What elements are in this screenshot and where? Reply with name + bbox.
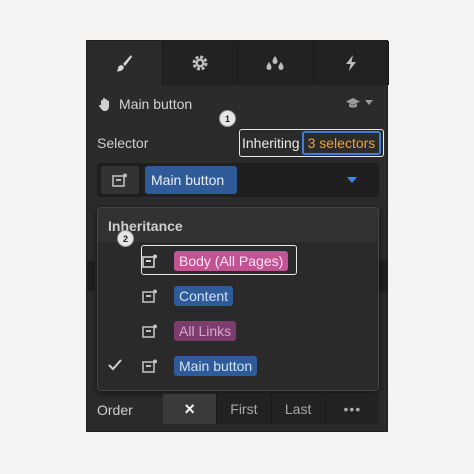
element-icon bbox=[112, 173, 127, 187]
selector-label: Selector bbox=[97, 135, 149, 151]
element-header: Main button bbox=[87, 85, 389, 123]
selector-tag: Body (All Pages) bbox=[174, 251, 289, 271]
order-more-button[interactable]: ••• bbox=[326, 394, 379, 424]
selector-token[interactable]: Main button bbox=[145, 166, 237, 194]
tab-settings[interactable] bbox=[163, 41, 238, 85]
style-guide-menu[interactable] bbox=[345, 97, 373, 109]
panel-tabbar bbox=[87, 41, 389, 85]
gear-icon bbox=[192, 55, 208, 71]
inheriting-label: Inheriting bbox=[242, 135, 300, 151]
element-title: Main button bbox=[119, 96, 193, 112]
element-icon bbox=[142, 254, 157, 268]
inheriting-selectors-indicator[interactable]: Inheriting 3 selectors bbox=[239, 129, 384, 157]
selector-tag: Content bbox=[174, 286, 234, 306]
inheritance-item-all-links[interactable]: All Links bbox=[98, 314, 378, 349]
selector-count-link[interactable]: 3 selectors bbox=[301, 131, 382, 155]
paintbrush-icon bbox=[116, 55, 133, 72]
inheritance-item-content[interactable]: Content bbox=[98, 279, 378, 314]
element-icon bbox=[142, 289, 157, 303]
selector-field[interactable]: Main button bbox=[97, 163, 379, 197]
chevron-down-icon bbox=[365, 100, 373, 105]
graduation-cap-icon bbox=[346, 98, 360, 108]
order-first-button[interactable]: First bbox=[217, 394, 272, 424]
inheritance-title: Inheritance bbox=[98, 208, 378, 242]
order-segmented-control: × First Last ••• bbox=[163, 394, 379, 424]
underlying-row-edge bbox=[379, 261, 387, 291]
tab-style[interactable] bbox=[87, 41, 163, 85]
style-panel: Main button 1 Selector Inheriting 3 sele… bbox=[86, 40, 389, 432]
inheritance-item-main-button[interactable]: Main button bbox=[98, 349, 378, 384]
hand-icon bbox=[98, 98, 109, 111]
droplets-icon bbox=[266, 56, 284, 70]
step-badge-1: 1 bbox=[219, 110, 236, 127]
inheritance-dropdown: Inheritance Body (All Pages) Content All… bbox=[97, 207, 379, 391]
selector-tag: Main button bbox=[174, 356, 258, 376]
step-badge-2: 2 bbox=[117, 230, 134, 247]
element-icon bbox=[142, 324, 157, 338]
selector-tag: All Links bbox=[174, 321, 237, 341]
lightning-icon bbox=[345, 55, 356, 71]
element-type-icon-box bbox=[101, 166, 139, 194]
order-label: Order bbox=[97, 402, 133, 418]
element-icon bbox=[142, 359, 157, 373]
checkmark-icon bbox=[108, 359, 122, 371]
tab-interactions[interactable] bbox=[314, 41, 389, 85]
inheritance-item-body[interactable]: Body (All Pages) bbox=[98, 244, 378, 279]
selector-dropdown-arrow[interactable] bbox=[347, 177, 357, 183]
order-none-button[interactable]: × bbox=[163, 394, 218, 424]
tab-style-manager[interactable] bbox=[238, 41, 314, 85]
underlying-row-edge bbox=[87, 261, 95, 291]
order-last-button[interactable]: Last bbox=[272, 394, 326, 424]
